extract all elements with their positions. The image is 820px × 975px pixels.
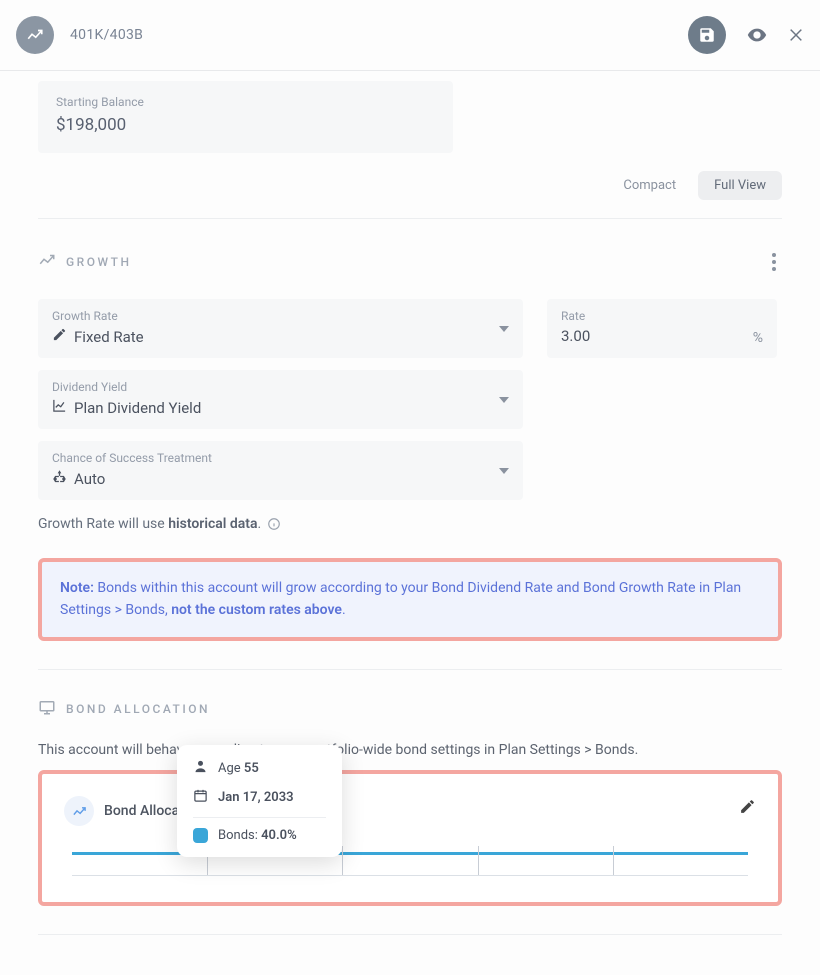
timeline-tick (613, 846, 614, 876)
save-button[interactable] (688, 16, 726, 54)
bond-section-title: BOND ALLOCATION (66, 702, 210, 716)
divider (38, 934, 782, 935)
tooltip-date: Jan 17, 2033 (218, 790, 294, 805)
close-icon[interactable] (788, 27, 804, 43)
bond-timeline[interactable] (72, 846, 748, 876)
timeline-tick (342, 846, 343, 876)
preview-icon[interactable] (746, 24, 768, 46)
divider (38, 218, 782, 219)
starting-balance-label: Starting Balance (56, 95, 435, 109)
growth-helper-text: Growth Rate will use historical data. (38, 516, 782, 532)
timeline-tick (478, 846, 479, 876)
starting-balance-card: Starting Balance $198,000 (38, 81, 453, 153)
bond-allocation-icon (38, 698, 56, 720)
timeline-baseline (72, 875, 748, 876)
rate-unit: % (753, 330, 763, 346)
rate-value: 3.00 (561, 327, 763, 345)
chance-label: Chance of Success Treatment (52, 451, 509, 465)
view-compact-button[interactable]: Compact (607, 171, 692, 200)
edit-bond-button[interactable] (739, 798, 756, 819)
chance-value: Auto (74, 470, 105, 488)
rate-input[interactable]: Rate 3.00 % (547, 299, 777, 358)
recycle-icon (52, 469, 67, 488)
bond-card-icon (64, 796, 94, 826)
growth-rate-label: Growth Rate (52, 309, 509, 323)
page-title: 401K/403B (70, 27, 143, 43)
dividend-yield-value: Plan Dividend Yield (74, 399, 201, 417)
growth-menu-button[interactable] (766, 247, 782, 277)
info-icon[interactable] (267, 517, 281, 531)
growth-section-title: GROWTH (66, 255, 131, 269)
dividend-yield-select[interactable]: Dividend Yield Plan Dividend Yield (38, 370, 523, 429)
bonds-note: Note: Bonds within this account will gro… (42, 562, 778, 637)
person-icon (193, 759, 208, 778)
bond-description: This account will behave according to yo… (38, 742, 782, 758)
bonds-note-highlight: Note: Bonds within this account will gro… (38, 558, 782, 641)
timeline-tooltip: Age 55 Jan 17, 2033 Bonds: 40.0% (177, 745, 342, 857)
view-full-button[interactable]: Full View (698, 171, 782, 200)
growth-icon (38, 251, 56, 273)
chevron-down-icon (499, 395, 509, 405)
pencil-icon (52, 327, 67, 346)
chevron-down-icon (499, 324, 509, 334)
chance-of-success-select[interactable]: Chance of Success Treatment Auto (38, 441, 523, 500)
growth-rate-value: Fixed Rate (74, 328, 144, 346)
starting-balance-value: $198,000 (56, 115, 435, 135)
divider (38, 669, 782, 670)
growth-rate-select[interactable]: Growth Rate Fixed Rate (38, 299, 523, 358)
rate-label: Rate (561, 309, 763, 323)
bonds-swatch (193, 828, 208, 843)
bond-allocation-card: Bond Allocation (38, 770, 782, 906)
chevron-down-icon (499, 466, 509, 476)
calendar-icon (193, 788, 208, 807)
chart-icon (52, 398, 67, 417)
dividend-yield-label: Dividend Yield (52, 380, 509, 394)
tooltip-divider (193, 817, 326, 818)
timeline-line (72, 852, 748, 855)
app-logo (16, 16, 54, 54)
